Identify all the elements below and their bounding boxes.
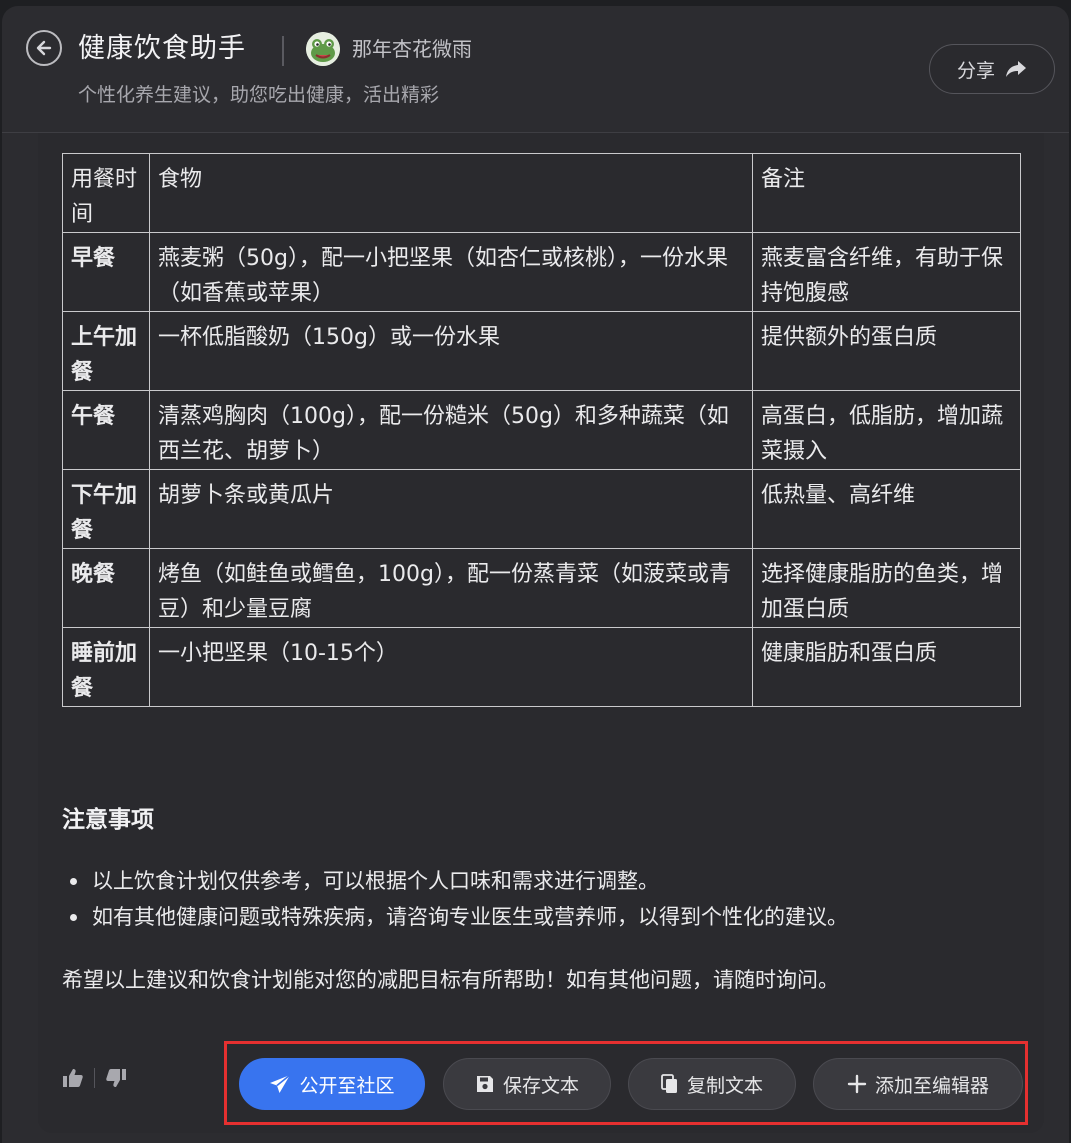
copy-text-button[interactable]: 复制文本 — [628, 1058, 796, 1110]
save-text-button[interactable]: 保存文本 — [443, 1058, 611, 1110]
meal-time-cell: 上午加餐 — [62, 311, 150, 391]
meal-time-cell: 午餐 — [62, 390, 150, 470]
header-cell-food: 食物 — [149, 153, 753, 233]
arrow-left-icon — [36, 40, 52, 56]
table-header-row: 用餐时间 食物 备注 — [62, 153, 1021, 233]
save-label: 保存文本 — [502, 1074, 579, 1097]
publish-label: 公开至社区 — [299, 1074, 395, 1097]
publish-community-button[interactable]: 公开至社区 — [239, 1058, 425, 1110]
note-cell: 选择健康脂肪的鱼类，增加蛋白质 — [752, 548, 1021, 628]
food-cell: 一小把坚果（10-15个） — [149, 627, 753, 707]
list-item: 如有其他健康问题或特殊疾病，请咨询专业医生或营养师，以得到个性化的建议。 — [62, 899, 848, 935]
list-item: 以上饮食计划仅供参考，可以根据个人口味和需求进行调整。 — [62, 863, 848, 899]
back-button[interactable] — [26, 30, 62, 66]
notes-list: 以上饮食计划仅供参考，可以根据个人口味和需求进行调整。 如有其他健康问题或特殊疾… — [62, 863, 848, 935]
thumbs-up-icon[interactable] — [62, 1068, 84, 1088]
note-cell: 健康脂肪和蛋白质 — [752, 627, 1021, 707]
food-cell: 一杯低脂酸奶（150g）或一份水果 — [149, 311, 753, 391]
feedback-group — [62, 1068, 127, 1088]
food-cell: 清蒸鸡胸肉（100g），配一份糙米（50g）和多种蔬菜（如西兰花、胡萝卜） — [149, 390, 753, 470]
save-icon — [476, 1076, 493, 1092]
author-name[interactable]: 那年杏花微雨 — [352, 35, 472, 63]
share-arrow-icon — [1006, 61, 1026, 77]
meal-plan-table: 用餐时间 食物 备注 早餐 燕麦粥（50g），配一小把坚果（如杏仁或核桃），一份… — [62, 153, 1021, 707]
page-subtitle: 个性化养生建议，助您吃出健康，活出精彩 — [78, 84, 440, 106]
feedback-divider — [94, 1068, 95, 1088]
meal-time-cell: 下午加餐 — [62, 469, 150, 549]
note-cell: 高蛋白，低脂肪，增加蔬菜摄入 — [752, 390, 1021, 470]
chat-panel: 健康饮食助手 那年杏花微雨 个性化养生建议，助您吃出健康，活出精彩 分享 用餐时… — [2, 6, 1069, 1143]
plus-icon — [847, 1074, 867, 1094]
table-row: 睡前加餐 一小把坚果（10-15个） 健康脂肪和蛋白质 — [62, 627, 1021, 707]
notes-heading: 注意事项 — [62, 807, 154, 833]
table-row: 早餐 燕麦粥（50g），配一小把坚果（如杏仁或核桃），一份水果（如香蕉或苹果） … — [62, 232, 1021, 312]
avatar[interactable] — [306, 32, 340, 66]
thumbs-down-icon[interactable] — [105, 1068, 127, 1088]
closing-text: 希望以上建议和饮食计划能对您的减肥目标有所帮助！如有其他问题，请随时询问。 — [62, 968, 839, 992]
note-cell: 提供额外的蛋白质 — [752, 311, 1021, 391]
table-row: 午餐 清蒸鸡胸肉（100g），配一份糙米（50g）和多种蔬菜（如西兰花、胡萝卜）… — [62, 390, 1021, 470]
header-cell-time: 用餐时间 — [62, 153, 150, 233]
share-button[interactable]: 分享 — [929, 44, 1055, 94]
table-row: 下午加餐 胡萝卜条或黄瓜片 低热量、高纤维 — [62, 469, 1021, 549]
food-cell: 燕麦粥（50g），配一小把坚果（如杏仁或核桃），一份水果（如香蕉或苹果） — [149, 232, 753, 312]
add-editor-label: 添加至编辑器 — [874, 1074, 989, 1097]
add-to-editor-button[interactable]: 添加至编辑器 — [813, 1058, 1023, 1110]
header-cell-note: 备注 — [752, 153, 1021, 233]
divider — [282, 36, 284, 66]
meal-time-cell: 睡前加餐 — [62, 627, 150, 707]
frog-avatar-icon — [306, 32, 340, 66]
share-label: 分享 — [956, 59, 995, 82]
table-row: 上午加餐 一杯低脂酸奶（150g）或一份水果 提供额外的蛋白质 — [62, 311, 1021, 391]
note-cell: 低热量、高纤维 — [752, 469, 1021, 549]
send-icon — [270, 1074, 291, 1093]
page-title: 健康饮食助手 — [78, 33, 246, 64]
meal-time-cell: 晚餐 — [62, 548, 150, 628]
meal-time-cell: 早餐 — [62, 232, 150, 312]
copy-icon — [661, 1074, 677, 1093]
message-content: 用餐时间 食物 备注 早餐 燕麦粥（50g），配一小把坚果（如杏仁或核桃），一份… — [38, 133, 1044, 1133]
food-cell: 烤鱼（如鲑鱼或鳕鱼，100g），配一份蒸青菜（如菠菜或青豆）和少量豆腐 — [149, 548, 753, 628]
action-bar-highlight: 公开至社区 保存文本 复制文本 添加至编辑器 — [224, 1041, 1028, 1125]
copy-label: 复制文本 — [686, 1074, 763, 1097]
table-row: 晚餐 烤鱼（如鲑鱼或鳕鱼，100g），配一份蒸青菜（如菠菜或青豆）和少量豆腐 选… — [62, 548, 1021, 628]
header: 健康饮食助手 那年杏花微雨 个性化养生建议，助您吃出健康，活出精彩 分享 — [2, 6, 1069, 133]
food-cell: 胡萝卜条或黄瓜片 — [149, 469, 753, 549]
note-cell: 燕麦富含纤维，有助于保持饱腹感 — [752, 232, 1021, 312]
